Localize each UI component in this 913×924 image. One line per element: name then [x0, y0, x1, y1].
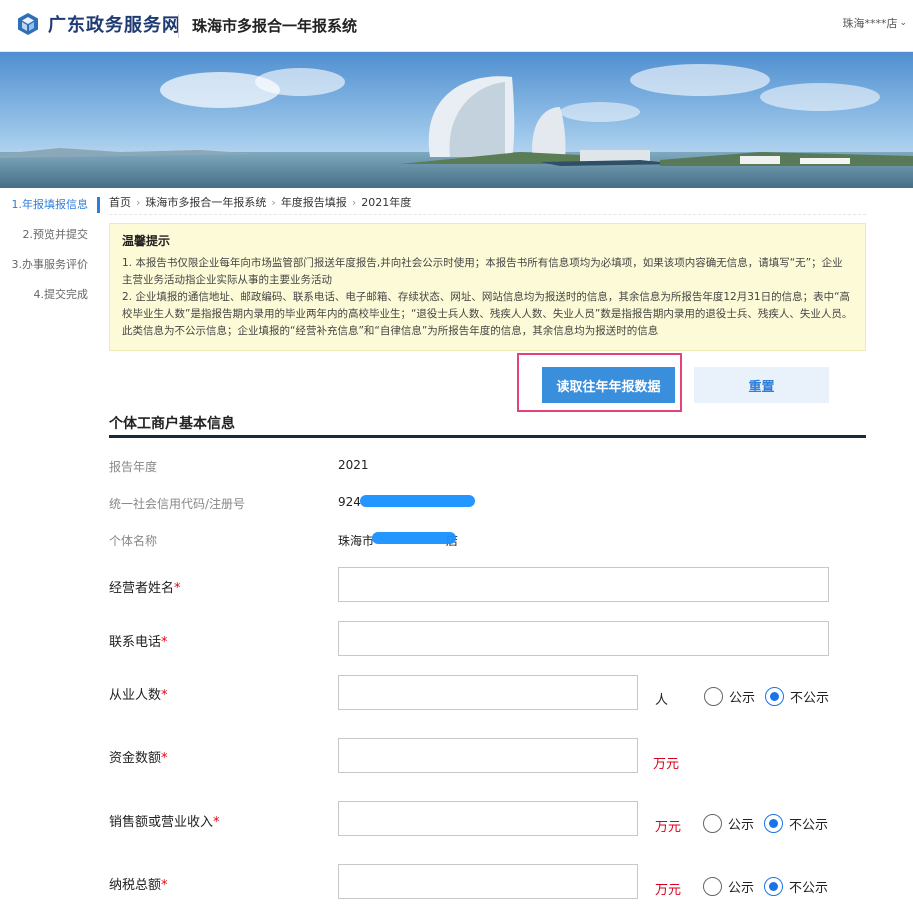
- step-complete[interactable]: 4.提交完成: [0, 280, 100, 310]
- capital-label: 资金数额*: [109, 751, 168, 766]
- top-header: 广东政务服务网 珠海市多报合一年报系统 珠海****店 ⌄: [0, 0, 913, 52]
- banner-illustration: [0, 52, 913, 188]
- user-menu[interactable]: 珠海****店 ⌄: [842, 15, 907, 31]
- business-name-prefix: 珠海市: [338, 534, 375, 548]
- radio-unchecked-icon: [704, 687, 723, 706]
- employees-input[interactable]: [338, 675, 638, 710]
- sales-public-radio[interactable]: 公示: [703, 814, 754, 833]
- credit-code-value: 924: [338, 495, 361, 509]
- site-name: 广东政务服务网: [48, 15, 181, 36]
- employees-label: 从业人数*: [109, 688, 168, 703]
- employees-private-radio[interactable]: 不公示: [765, 687, 829, 706]
- site-logo[interactable]: 广东政务服务网: [16, 11, 181, 37]
- sales-input[interactable]: [338, 801, 638, 836]
- tip-line-1: 1. 本报告书仅限企业每年向市场监管部门报送年度报告,并向社会公示时使用；本报告…: [122, 257, 843, 286]
- tax-label: 纳税总额*: [109, 878, 168, 893]
- business-name-label: 个体名称: [109, 534, 158, 548]
- step-service-review[interactable]: 3.办事服务评价: [0, 250, 100, 280]
- read-previous-report-button[interactable]: 读取往年年报数据: [542, 367, 675, 403]
- operator-name-input[interactable]: [338, 567, 829, 602]
- sales-label: 销售额或营业收入*: [109, 815, 220, 830]
- breadcrumb-report-fill[interactable]: 年度报告填报: [281, 196, 347, 209]
- radio-checked-icon: [764, 814, 783, 833]
- banner-image: [0, 52, 913, 188]
- tip-title: 温馨提示: [122, 234, 171, 248]
- radio-checked-icon: [764, 877, 783, 896]
- sales-private-radio[interactable]: 不公示: [764, 814, 828, 833]
- capital-unit: 万元: [653, 757, 680, 772]
- breadcrumb-system[interactable]: 珠海市多报合一年报系统: [145, 196, 266, 209]
- report-year-value: 2021: [338, 458, 369, 472]
- section-title: 个体工商户基本信息: [109, 413, 866, 438]
- tip-line-2: 2. 企业填报的通信地址、邮政编码、联系电话、电子邮箱、存续状态、网址、网站信息…: [122, 291, 853, 337]
- employees-unit: 人: [655, 693, 669, 708]
- breadcrumb-separator-icon: ›: [271, 196, 276, 209]
- tax-private-radio[interactable]: 不公示: [764, 877, 828, 896]
- tax-unit: 万元: [655, 883, 682, 898]
- breadcrumb: 首页 › 珠海市多报合一年报系统 › 年度报告填报 › 2021年度: [109, 195, 866, 215]
- breadcrumb-year: 2021年度: [361, 196, 412, 209]
- radio-checked-icon: [765, 687, 784, 706]
- breadcrumb-separator-icon: ›: [351, 196, 357, 209]
- operator-name-label: 经营者姓名*: [109, 581, 181, 596]
- tax-public-radio[interactable]: 公示: [703, 877, 754, 896]
- tax-input[interactable]: [338, 864, 638, 899]
- credit-code-label: 统一社会信用代码/注册号: [109, 497, 246, 511]
- capital-input[interactable]: [338, 738, 638, 773]
- breadcrumb-separator-icon: ›: [136, 196, 141, 209]
- reset-button[interactable]: 重置: [694, 367, 829, 403]
- report-year-label: 报告年度: [109, 460, 158, 474]
- redaction-mark: [372, 532, 456, 544]
- redaction-mark: [360, 495, 475, 507]
- progress-steps: 1.年报填报信息 2.预览并提交 3.办事服务评价 4.提交完成: [0, 190, 100, 310]
- user-name: 珠海****店: [842, 17, 898, 30]
- header-divider: [178, 14, 179, 38]
- gd-logo-icon: [18, 13, 38, 35]
- radio-unchecked-icon: [703, 877, 722, 896]
- step-preview-submit[interactable]: 2.预览并提交: [0, 220, 100, 250]
- employees-public-radio[interactable]: 公示: [704, 687, 755, 706]
- radio-unchecked-icon: [703, 814, 722, 833]
- breadcrumb-home[interactable]: 首页: [109, 196, 131, 209]
- system-title: 珠海市多报合一年报系统: [192, 17, 358, 35]
- sales-unit: 万元: [655, 820, 682, 835]
- chevron-down-icon: ⌄: [899, 18, 907, 28]
- phone-input[interactable]: [338, 621, 829, 656]
- tip-box: 温馨提示 1. 本报告书仅限企业每年向市场监管部门报送年度报告,并向社会公示时使…: [109, 223, 866, 351]
- phone-label: 联系电话*: [109, 635, 168, 650]
- step-fill-info[interactable]: 1.年报填报信息: [0, 190, 100, 220]
